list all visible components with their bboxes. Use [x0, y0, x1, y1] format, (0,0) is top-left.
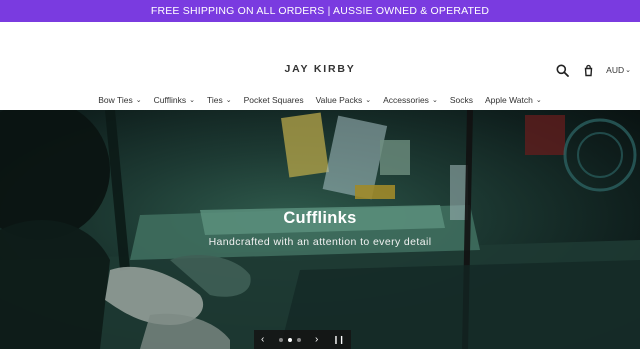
nav-item-socks[interactable]: Socks	[450, 95, 473, 105]
nav-item-label: Pocket Squares	[243, 95, 304, 105]
nav-item-cufflinks[interactable]: Cufflinks ⌄	[154, 95, 195, 105]
site-header: JAY KIRBY AUD ⌄ Bow Ties ⌄ Cufflinks ⌄ T…	[0, 22, 640, 110]
currency-label: AUD	[606, 65, 625, 75]
header-actions: AUD ⌄	[554, 62, 631, 78]
nav-item-value-packs[interactable]: Value Packs ⌄	[316, 95, 372, 105]
chevron-down-icon: ⌄	[225, 96, 232, 104]
brand-logo[interactable]: JAY KIRBY	[0, 63, 640, 75]
slide-dot-2[interactable]	[287, 337, 292, 342]
nav-item-label: Cufflinks	[153, 95, 187, 105]
chevron-down-icon: ⌄	[535, 96, 542, 104]
nav-item-label: Ties	[206, 95, 223, 105]
announcement-bar: FREE SHIPPING ON ALL ORDERS | AUSSIE OWN…	[0, 0, 640, 22]
chevron-down-icon: ⌄	[365, 96, 372, 104]
nav-item-pocket-squares[interactable]: Pocket Squares	[244, 95, 304, 105]
nav-item-label: Bow Ties	[98, 95, 133, 105]
chevron-down-icon: ⌄	[189, 96, 195, 104]
slide-dot-3[interactable]	[296, 337, 301, 342]
cart-icon[interactable]	[580, 62, 596, 78]
slideshow-controls: ‹ › ❙❙	[254, 330, 351, 349]
chevron-down-icon: ⌄	[431, 96, 438, 104]
hero-subtitle: Handcrafted with an attention to every d…	[208, 236, 432, 248]
main-nav: Bow Ties ⌄ Cufflinks ⌄ Ties ⌄ Pocket Squ…	[0, 95, 640, 105]
nav-item-label: Value Packs	[315, 95, 363, 105]
nav-item-ties[interactable]: Ties ⌄	[207, 95, 232, 105]
nav-item-accessories[interactable]: Accessories ⌄	[383, 95, 438, 105]
hero-slideshow: Cufflinks Handcrafted with an attention …	[0, 110, 640, 349]
slide-dots	[278, 337, 301, 342]
announcement-text: FREE SHIPPING ON ALL ORDERS | AUSSIE OWN…	[150, 5, 490, 17]
hero-title: Cufflinks	[283, 209, 357, 227]
nav-item-label: Accessories	[383, 95, 429, 105]
nav-item-label: Apple Watch	[484, 95, 533, 105]
hero-background-image	[0, 110, 640, 349]
chevron-down-icon: ⌄	[135, 96, 142, 104]
chevron-left-icon[interactable]: ‹	[261, 334, 264, 345]
currency-selector[interactable]: AUD ⌄	[606, 65, 631, 75]
nav-item-label: Socks	[449, 95, 473, 105]
nav-item-apple-watch[interactable]: Apple Watch ⌄	[485, 95, 542, 105]
slide-dot-1[interactable]	[278, 337, 283, 342]
chevron-down-icon: ⌄	[625, 66, 631, 74]
chevron-right-icon[interactable]: ›	[315, 334, 318, 345]
search-icon[interactable]	[554, 62, 570, 78]
pause-icon[interactable]: ❙❙	[333, 335, 345, 344]
nav-item-bow-ties[interactable]: Bow Ties ⌄	[98, 95, 141, 105]
